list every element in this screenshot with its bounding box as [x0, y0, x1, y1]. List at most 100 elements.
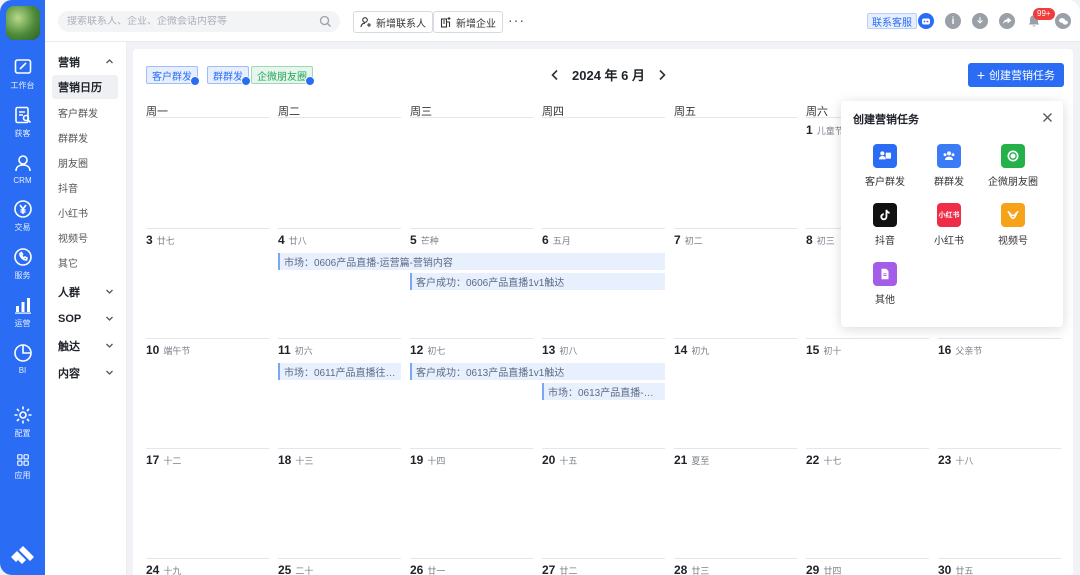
chevron-down-icon [106, 316, 113, 321]
calendar-day[interactable]: 26 廿一 [410, 563, 445, 575]
calendar-day[interactable]: 3 廿七 [146, 233, 175, 247]
avatar[interactable] [5, 6, 40, 40]
new-contact-button[interactable]: 新增联系人 [353, 11, 433, 33]
calendar-day[interactable]: 18 十三 [278, 453, 313, 467]
rail-item-workbench[interactable]: 工作台 [0, 57, 45, 91]
subnav-item-calendar[interactable]: 营销日历 [52, 75, 118, 99]
rail-item-settings[interactable]: 配置 [0, 405, 45, 439]
lunar-date: 十五 [559, 456, 578, 466]
task-type-label: 群群发 [934, 177, 964, 188]
create-task-button[interactable]: + 创建营销任务 [967, 63, 1064, 87]
rail-item-bi[interactable]: BI [0, 343, 45, 375]
download-icon[interactable] [972, 13, 988, 29]
task-type-option[interactable]: 小红书 小红书 [917, 203, 981, 247]
calendar-event[interactable]: 客户成功：0606产品直播1v1触达 [410, 273, 665, 290]
rail-label: 运营 [14, 319, 31, 328]
more-menu-button[interactable]: ··· [508, 12, 525, 28]
calendar-day[interactable]: 13 初八 [542, 343, 577, 357]
subnav-item-xiaohongshu[interactable]: 小红书 [52, 200, 118, 224]
subnav-item-customer-broadcast[interactable]: 客户群发 [52, 100, 118, 124]
filter-tag-group-broadcast[interactable]: 群群发 [207, 66, 251, 86]
filter-tag-moments[interactable]: 企微朋友圈 [251, 66, 315, 86]
week-divider [674, 558, 797, 559]
share-icon[interactable] [999, 13, 1015, 29]
calendar-day[interactable]: 7 初二 [674, 233, 703, 247]
rail-item-service[interactable]: 服务 [0, 247, 45, 281]
calendar-day[interactable]: 11 初六 [278, 343, 313, 357]
task-type-option[interactable]: 抖音 [853, 203, 917, 247]
task-type-option[interactable]: 客户群发 [853, 144, 917, 188]
day-number: 30 [938, 563, 952, 575]
apps-grid-icon [16, 454, 29, 466]
calendar-day[interactable]: 12 初七 [410, 343, 445, 357]
calendar-day[interactable]: 30 廿五 [938, 563, 973, 575]
subnav-group-marketing[interactable]: 营销 [45, 48, 126, 75]
chevron-right-icon[interactable] [655, 68, 669, 82]
filter-tag-customer-broadcast[interactable]: 客户群发 [146, 66, 200, 86]
calendar-day[interactable]: 17 十二 [146, 453, 181, 467]
calendar-event[interactable]: 市场：0613产品直播-… [542, 383, 665, 400]
lunar-date: 初八 [559, 346, 578, 356]
task-type-option[interactable]: 其他 [853, 262, 917, 306]
search-input[interactable] [67, 16, 307, 27]
robot-assistant-icon[interactable] [918, 13, 934, 29]
calendar-day[interactable]: 15 初十 [806, 343, 841, 357]
subnav-group-audience[interactable]: 人群 [45, 278, 126, 305]
calendar-day[interactable]: 23 十八 [938, 453, 973, 467]
lunar-date: 廿七 [156, 236, 175, 246]
calendar-day[interactable]: 1 儿童节 [806, 123, 844, 137]
lunar-date: 十九 [163, 566, 182, 575]
subnav-item-douyin[interactable]: 抖音 [52, 175, 118, 199]
rail-item-acquire[interactable]: 获客 [0, 105, 45, 139]
calendar-day[interactable]: 14 初九 [674, 343, 709, 357]
subnav-group-sop[interactable]: SOP [45, 305, 126, 332]
new-company-button[interactable]: 新增企业 [433, 11, 503, 33]
rail-item-crm[interactable]: CRM [0, 153, 45, 185]
calendar-day[interactable]: 24 十九 [146, 563, 181, 575]
subnav-item-moments[interactable]: 朋友圈 [52, 150, 118, 174]
subnav-group-label: 人群 [58, 286, 80, 299]
subnav-item-group-broadcast[interactable]: 群群发 [52, 125, 118, 149]
user-icon [14, 155, 31, 172]
calendar-day[interactable]: 25 二十 [278, 563, 313, 575]
subnav-group-reach[interactable]: 触达 [45, 332, 126, 359]
rail-label: 获客 [14, 129, 31, 138]
calendar-day[interactable]: 4 廿八 [278, 233, 307, 247]
calendar-event[interactable]: 客户成功：0613产品直播1v1触达 [410, 363, 665, 380]
info-icon[interactable]: i [945, 13, 961, 29]
task-type-label: 视频号 [998, 236, 1028, 247]
lunar-date: 十八 [955, 456, 974, 466]
calendar-day[interactable]: 19 十四 [410, 453, 445, 467]
calendar-day[interactable]: 16 父亲节 [938, 343, 982, 357]
subnav-group-content[interactable]: 内容 [45, 359, 126, 386]
chat-bubbles-icon[interactable] [1055, 13, 1071, 29]
customer-service-button[interactable]: 联系客服 [867, 13, 917, 29]
close-icon[interactable] [1042, 112, 1053, 123]
calendar-day[interactable]: 10 端午节 [146, 343, 190, 357]
week-divider [278, 338, 401, 339]
header-divider [146, 117, 269, 118]
calendar-day[interactable]: 8 初三 [806, 233, 835, 247]
global-search [58, 11, 340, 32]
calendar-day[interactable]: 6 五月 [542, 233, 571, 247]
search-icon[interactable] [319, 15, 332, 28]
calendar-day[interactable]: 20 十五 [542, 453, 577, 467]
subnav-item-other[interactable]: 其它 [52, 250, 118, 274]
calendar-day[interactable]: 21 夏至 [674, 453, 709, 467]
calendar-event[interactable]: 市场：0611产品直播往… [278, 363, 401, 380]
calendar-event[interactable]: 市场：0606产品直播-运营篇-营销内容 [278, 253, 665, 270]
calendar-day[interactable]: 5 芒种 [410, 233, 439, 247]
rail-item-apps[interactable]: 应用 [0, 453, 45, 481]
task-type-option[interactable]: 视频号 [981, 203, 1045, 247]
subnav-item-channels[interactable]: 视频号 [52, 225, 118, 249]
task-type-option[interactable]: 企微朋友圈 [981, 144, 1045, 188]
task-type-option[interactable]: 群群发 [917, 144, 981, 188]
rail-item-operations[interactable]: 运营 [0, 295, 45, 329]
calendar-day[interactable]: 27 廿二 [542, 563, 577, 575]
calendar-day[interactable]: 29 廿四 [806, 563, 841, 575]
rail-item-trade[interactable]: 交易 [0, 199, 45, 233]
chevron-left-icon[interactable] [548, 68, 562, 82]
calendar-day[interactable]: 22 十七 [806, 453, 841, 467]
calendar-day[interactable]: 28 廿三 [674, 563, 709, 575]
filter-tag-label: 企微朋友圈 [257, 71, 307, 83]
